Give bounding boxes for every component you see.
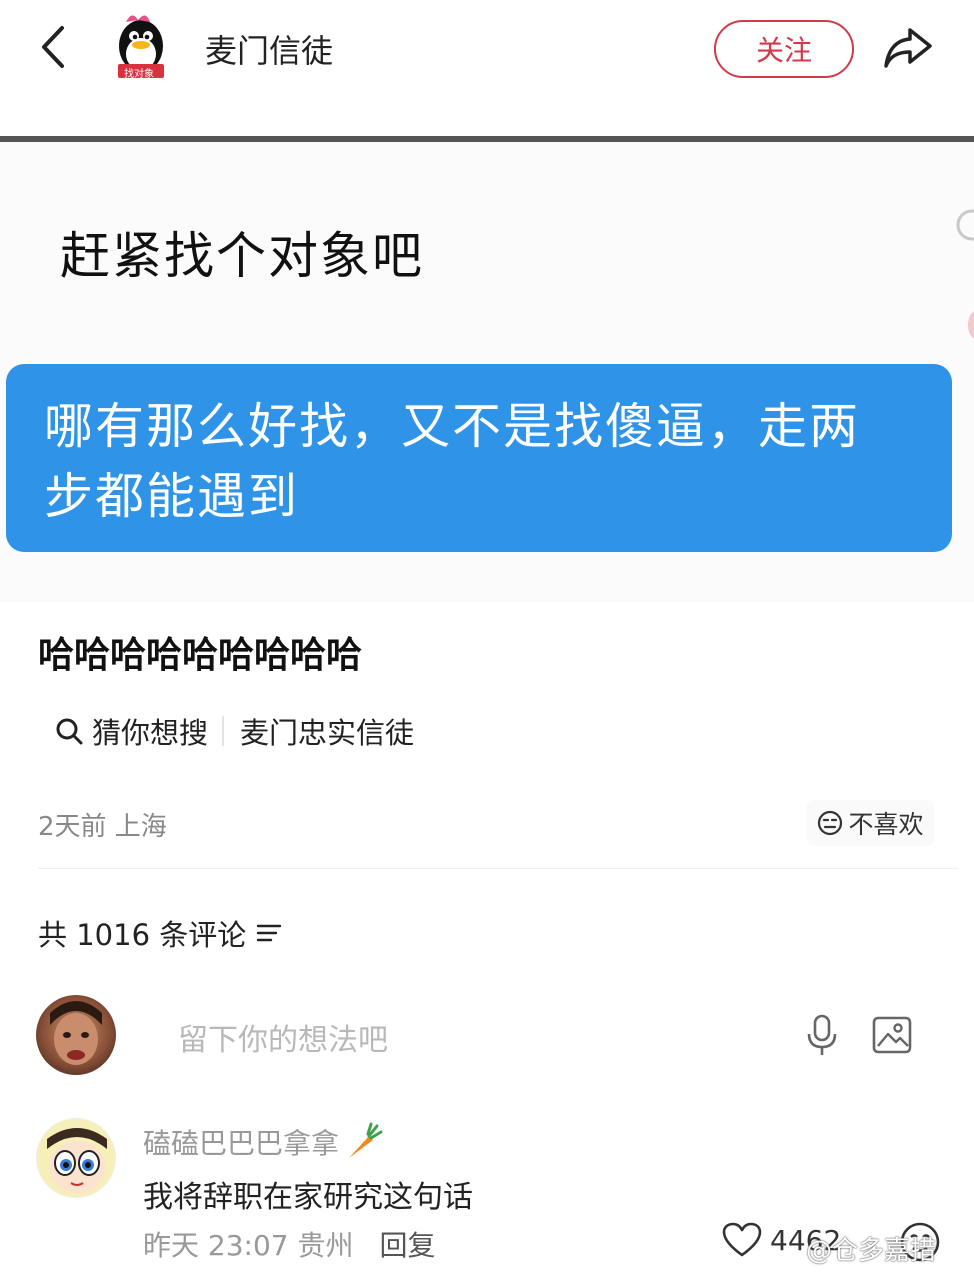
author-name[interactable]: 麦门信徒	[205, 26, 333, 72]
comment-location: 贵州	[297, 1229, 354, 1262]
dislike-label: 不喜欢	[848, 810, 924, 839]
reply-line-2: 步都能遇到	[44, 468, 300, 525]
dislike-button[interactable]: 不喜欢	[806, 800, 934, 846]
image-upload-button[interactable]	[870, 1014, 914, 1056]
reply-line-1: 哪有那么好找，又不是找傻逼，走两	[44, 398, 861, 455]
comment-meta: 昨天 23:07 贵州 回复	[143, 1224, 436, 1264]
back-icon	[42, 26, 64, 68]
my-avatar[interactable]	[36, 995, 116, 1075]
guess-search-label[interactable]: 猜你想搜	[38, 704, 222, 758]
cartoon-avatar-icon	[37, 1119, 115, 1197]
guess-search-text: 猜你想搜	[92, 716, 209, 750]
comment-time-location: 昨天 23:07 贵州	[143, 1224, 354, 1264]
comment-count: 共 1016 条评论	[38, 918, 247, 952]
commenter-name-row[interactable]: 磕磕巴巴巴拿拿	[143, 1122, 383, 1162]
heart-icon	[722, 1222, 762, 1257]
watermark: @仓多嘉措	[806, 1236, 937, 1266]
reply-bubble: 哪有那么好找，又不是找傻逼，走两 步都能遇到	[6, 364, 952, 552]
author-avatar[interactable]: 找对象	[110, 10, 172, 82]
search-suggestion-chip[interactable]: 麦门忠实信徒	[224, 704, 434, 758]
face-avatar-icon	[50, 1001, 102, 1065]
carrot-icon	[349, 1122, 383, 1158]
sort-icon[interactable]	[256, 922, 282, 944]
post-caption: 哈哈哈哈哈哈哈哈哈	[38, 635, 363, 676]
commenter-name[interactable]: 磕磕巴巴巴拿拿	[143, 1122, 339, 1162]
search-suggestion-bar[interactable]: 猜你想搜 麦门忠实信徒	[38, 704, 435, 758]
commenter-avatar[interactable]	[36, 1118, 116, 1198]
share-button[interactable]	[880, 22, 936, 74]
back-button[interactable]	[30, 22, 80, 72]
image-icon	[872, 1016, 912, 1054]
section-divider	[38, 868, 958, 869]
avatar-badge: 找对象	[124, 69, 154, 80]
comment-count-row[interactable]: 共 1016 条评论	[38, 912, 282, 954]
share-icon	[884, 28, 932, 68]
dislike-face-icon	[818, 810, 843, 836]
comment-input[interactable]: 留下你的想法吧	[178, 1015, 388, 1059]
comment-text: 我将辞职在家研究这句话	[143, 1180, 473, 1215]
follow-button[interactable]: 关注	[714, 20, 854, 78]
mic-icon	[807, 1014, 837, 1055]
comment-time: 昨天 23:07	[143, 1229, 289, 1262]
post-prompt-text: 赶紧找个对象吧	[60, 227, 424, 285]
reply-button[interactable]: 回复	[380, 1224, 436, 1264]
corner-decoration	[950, 185, 974, 345]
search-icon	[56, 718, 83, 745]
voice-input-button[interactable]	[802, 1012, 842, 1058]
post-meta: 2天前 上海	[38, 812, 167, 842]
top-bar: 找对象 麦门信徒 关注	[0, 0, 974, 136]
